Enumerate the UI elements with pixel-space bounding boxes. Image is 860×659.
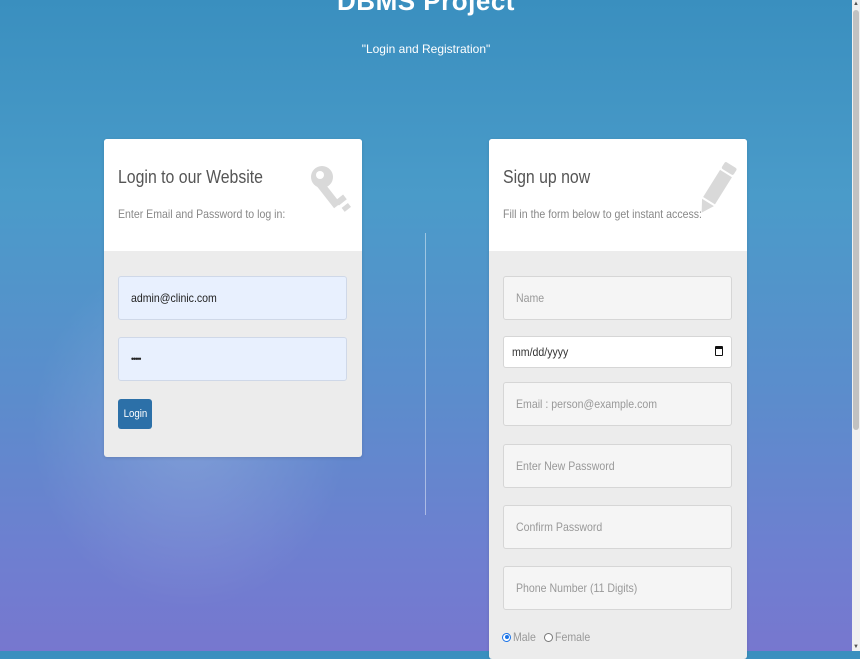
login-description: Enter Email and Password to log in: [118, 207, 286, 221]
gender-male-radio[interactable] [502, 632, 511, 642]
signup-confirm-password-input[interactable]: Confirm Password [503, 505, 732, 549]
signup-title: Sign up now [503, 167, 591, 187]
signup-description: Fill in the form below to get instant ac… [503, 207, 702, 221]
signup-card-header: Sign up now Fill in the form below to ge… [489, 139, 747, 251]
login-title: Login to our Website [118, 167, 264, 187]
login-card: Login to our Website Enter Email and Pas… [104, 139, 362, 457]
page-subtitle: "Login and Registration" [361, 42, 491, 56]
gender-male-label: Male [513, 630, 536, 644]
login-card-header: Login to our Website Enter Email and Pas… [104, 139, 362, 251]
login-email-input[interactable]: admin@clinic.com [118, 276, 347, 320]
login-password-input[interactable]: ••••• [118, 337, 347, 381]
signup-name-input[interactable]: Name [503, 276, 732, 320]
gender-radio-group: Male Female [502, 630, 595, 644]
page-title: DBMS Project [337, 0, 515, 16]
scrollbar-thumb[interactable] [853, 10, 859, 430]
column-divider [425, 233, 426, 515]
gender-female-radio[interactable] [544, 632, 554, 642]
signup-card: Sign up now Fill in the form below to ge… [489, 139, 747, 659]
pencil-icon [701, 162, 737, 213]
signup-new-password-input[interactable]: Enter New Password [503, 444, 732, 488]
signup-date-input[interactable]: mm/dd/yyyy [503, 336, 732, 368]
gender-female-label: Female [555, 630, 591, 644]
key-icon [311, 166, 351, 212]
scroll-up-arrow-icon[interactable]: ▲ [853, 0, 859, 8]
page-scrollbar[interactable]: ▲ ▼ [852, 0, 860, 651]
calendar-icon[interactable] [715, 346, 723, 356]
login-button[interactable]: Login [118, 399, 152, 429]
scroll-down-arrow-icon[interactable]: ▼ [853, 643, 859, 651]
signup-phone-input[interactable]: Phone Number (11 Digits) [503, 566, 732, 610]
signup-email-input[interactable]: Email : person@example.com [503, 382, 732, 426]
